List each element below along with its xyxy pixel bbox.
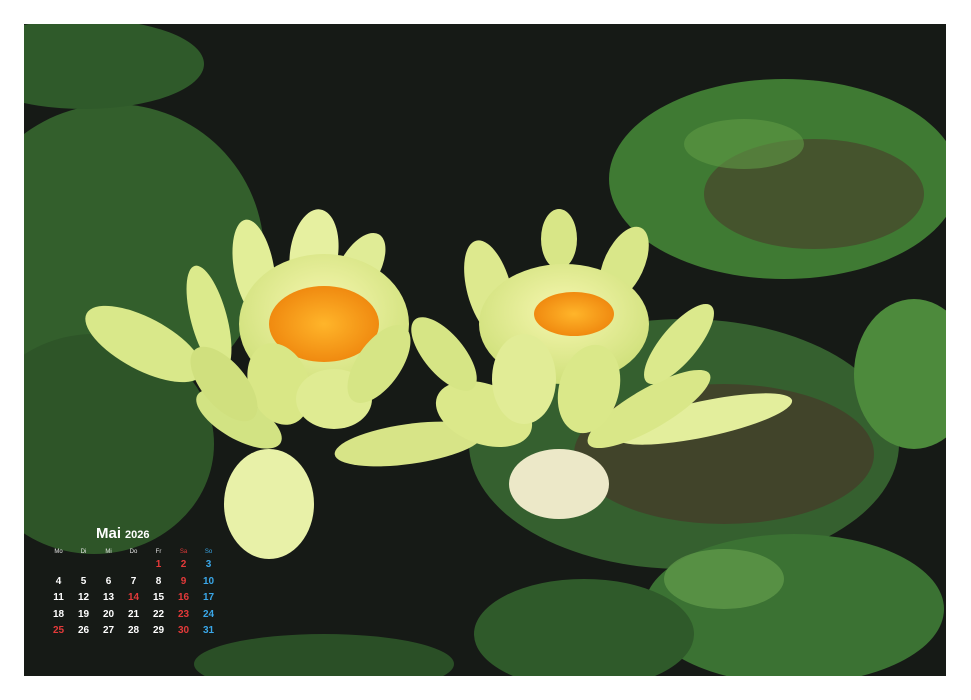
day-cell: 16 (177, 592, 190, 603)
day-cell: 11 (53, 592, 64, 603)
day-cell: 5 (80, 575, 87, 587)
day-cell: 14 (127, 592, 140, 603)
day-cell: 23 (177, 608, 190, 620)
weekday-label: Mo (54, 549, 63, 555)
weekday-label: Sa (179, 549, 188, 555)
month-calendar: Mai 2026 Mo Di Mi Do Fr Sa So 1 2 3 4 5 6 7 8 9 10 11 12 1… (46, 525, 224, 640)
lily-pad-top-right (609, 79, 946, 279)
day-cell: 13 (102, 592, 115, 603)
calendar-month: Mai (96, 525, 122, 542)
day-cell: 4 (55, 575, 62, 587)
day-cell: 6 (105, 575, 112, 587)
calendar-header: Mai 2026 (46, 525, 224, 543)
day-blank (96, 557, 121, 574)
day-cell: 24 (202, 608, 215, 620)
day-cell: 18 (52, 608, 65, 620)
day-cell: 22 (152, 608, 165, 620)
day-cell: 15 (152, 592, 165, 603)
day-cell: 28 (127, 625, 140, 636)
day-cell: 1 (155, 559, 162, 570)
day-cell: 7 (130, 575, 137, 587)
day-cell: 20 (102, 608, 115, 620)
calendar-year: 2026 (125, 529, 150, 541)
day-cell: 2 (180, 559, 187, 570)
day-cell: 17 (202, 592, 215, 603)
weekday-label: Do (129, 549, 138, 555)
weekday-label: Fr (155, 549, 162, 555)
day-cell: 10 (202, 575, 215, 587)
day-cell: 25 (52, 625, 65, 636)
day-grid: 1 2 3 4 5 6 7 8 9 10 11 12 13 14 15 16 17 18 19 20 21 22 23 24 2… (46, 557, 224, 640)
weekday-label: Di (80, 549, 87, 555)
weekday-label: Mi (105, 549, 112, 555)
day-cell: 3 (205, 559, 212, 570)
day-cell: 31 (202, 625, 215, 636)
day-cell: 30 (177, 625, 190, 636)
day-blank (121, 557, 146, 574)
day-cell: 21 (127, 608, 140, 620)
day-cell: 29 (152, 625, 165, 636)
day-cell: 26 (77, 625, 90, 636)
weekday-label: So (204, 549, 213, 555)
day-cell: 27 (102, 625, 115, 636)
weekday-row: Mo Di Mi Do Fr Sa So (46, 547, 224, 557)
day-blank (46, 557, 71, 574)
day-cell: 19 (77, 608, 90, 620)
calendar-page: Mai 2026 Mo Di Mi Do Fr Sa So 1 2 3 4 5 6 7 8 9 10 11 12 1… (0, 0, 971, 700)
day-cell: 12 (77, 592, 90, 603)
day-cell: 9 (180, 575, 187, 587)
day-cell: 8 (155, 575, 162, 587)
day-blank (71, 557, 96, 574)
